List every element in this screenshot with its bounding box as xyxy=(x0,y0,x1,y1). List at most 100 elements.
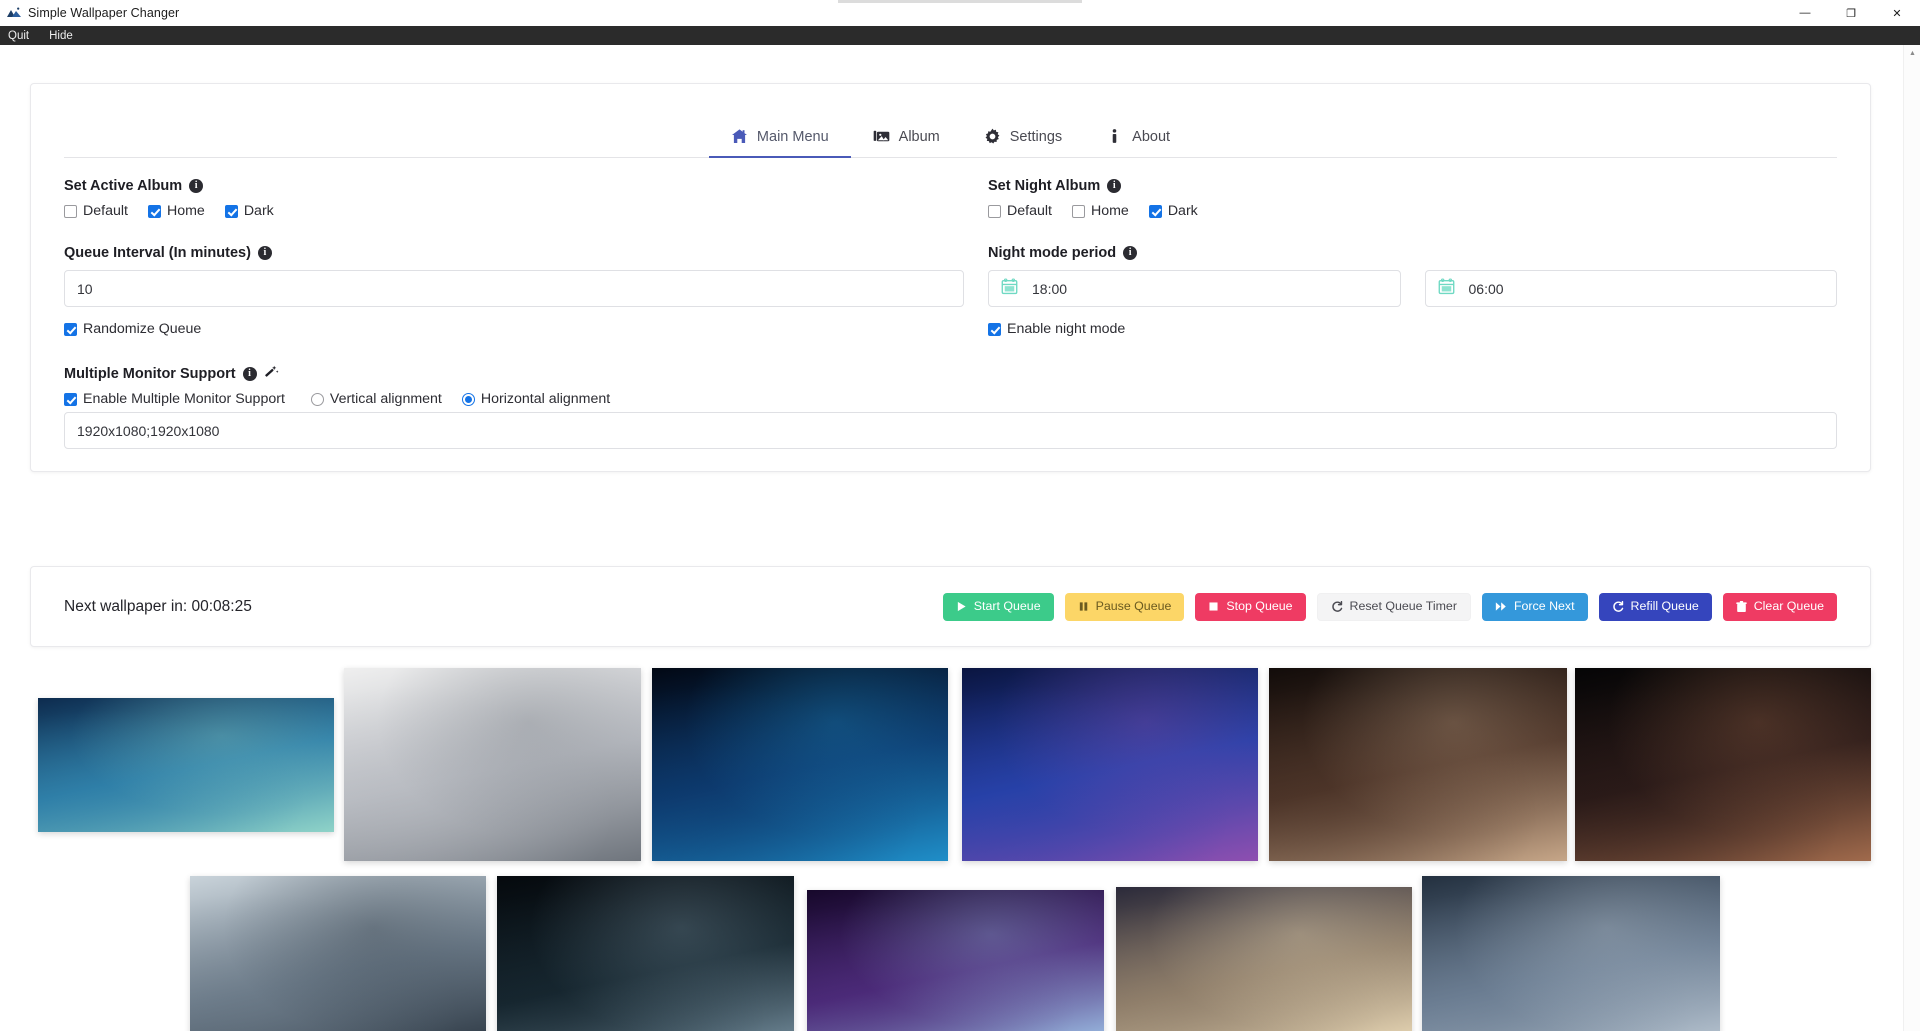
radio-vertical-alignment[interactable] xyxy=(310,392,324,406)
wallpaper-thumbnail-image xyxy=(1269,668,1567,861)
checkbox-label: Default xyxy=(1007,203,1052,219)
radio-label: Vertical alignment xyxy=(329,391,442,407)
wallpaper-thumbnail-image xyxy=(344,668,641,861)
checkbox-active-home[interactable] xyxy=(147,204,161,218)
home-icon xyxy=(731,128,748,145)
force-next-button[interactable]: Force Next xyxy=(1481,592,1588,621)
checkbox-night-home[interactable] xyxy=(1071,204,1085,218)
checkbox-active-default[interactable] xyxy=(64,204,77,218)
wallpaper-thumbnail-image xyxy=(1422,876,1720,1031)
wallpaper-thumb-7[interactable] xyxy=(190,876,486,1031)
start-queue-button[interactable]: Start Queue xyxy=(942,592,1054,621)
wallpaper-thumb-4[interactable] xyxy=(962,668,1258,861)
checkbox-label: Enable night mode xyxy=(1007,321,1126,337)
monitor-resolutions-input[interactable]: 1920x1080;1920x1080 xyxy=(64,412,1837,449)
queue-button-label: Refill Queue xyxy=(1630,599,1699,614)
queue-interval-group: Queue Interval (In minutes) i 10 Randomi… xyxy=(64,245,964,337)
checkbox-label: Enable Multiple Monitor Support xyxy=(83,391,285,407)
tab-bar: Main Menu Album Settings About xyxy=(64,84,1837,158)
multi-monitor-label: Multiple Monitor Support i xyxy=(64,365,1837,382)
clear-queue-button[interactable]: Clear Queue xyxy=(1722,592,1837,621)
info-circle-icon[interactable]: i xyxy=(1107,179,1122,193)
tab-about[interactable]: About xyxy=(1084,118,1192,158)
minimize-icon[interactable]: — xyxy=(1782,0,1828,26)
queue-button-label: Clear Queue xyxy=(1753,599,1824,614)
label-text: Set Active Album xyxy=(64,178,183,194)
maximize-restore-icon[interactable]: ❐ xyxy=(1828,0,1874,26)
info-circle-icon[interactable]: i xyxy=(189,179,204,193)
queue-button-label: Start Queue xyxy=(973,599,1041,614)
wallpaper-thumbnail-image xyxy=(190,876,486,1031)
active-album-options: Default Home Dark xyxy=(64,203,964,219)
label-text: Set Night Album xyxy=(988,178,1101,194)
wallpaper-thumbnail-image xyxy=(962,668,1258,861)
interval-row: Queue Interval (In minutes) i 10 Randomi… xyxy=(31,245,1870,337)
wallpaper-thumb-11[interactable] xyxy=(1422,876,1720,1031)
multi-monitor-group: Multiple Monitor Support i Enable Multip… xyxy=(31,365,1870,449)
pause-icon xyxy=(1078,601,1089,612)
pause-queue-button[interactable]: Pause Queue xyxy=(1064,592,1185,621)
checkbox-enable-night-mode[interactable] xyxy=(988,322,1001,336)
menu-quit[interactable]: Quit xyxy=(5,29,32,43)
magic-wand-icon[interactable] xyxy=(264,365,279,382)
info-circle-icon[interactable]: i xyxy=(242,366,257,381)
window-title: Simple Wallpaper Changer xyxy=(28,6,180,20)
label-text: Multiple Monitor Support xyxy=(64,365,236,382)
info-circle-icon[interactable]: i xyxy=(257,246,272,260)
wallpaper-thumb-6[interactable] xyxy=(1575,668,1871,861)
checkbox-night-dark[interactable] xyxy=(1148,204,1162,218)
image-icon xyxy=(873,128,890,145)
night-end-input[interactable]: 06:00 xyxy=(1424,270,1837,307)
menu-hide[interactable]: Hide xyxy=(46,29,76,43)
wallpaper-thumb-9[interactable] xyxy=(807,890,1104,1031)
checkbox-enable-multi-monitor[interactable] xyxy=(64,392,77,406)
wallpaper-thumb-8[interactable] xyxy=(497,876,794,1031)
info-circle-icon[interactable]: i xyxy=(1123,246,1138,260)
checkbox-label: Home xyxy=(166,203,205,219)
enable-night-mode-row: Enable night mode xyxy=(988,321,1837,337)
vertical-scrollbar[interactable]: ▲ xyxy=(1903,45,1920,1031)
queue-interval-input[interactable]: 10 xyxy=(64,270,964,307)
refill-queue-button[interactable]: Refill Queue xyxy=(1598,592,1712,621)
reset-queue-timer-button[interactable]: Reset Queue Timer xyxy=(1316,592,1471,621)
info-icon xyxy=(1106,128,1123,145)
radio-horizontal-alignment[interactable] xyxy=(461,392,475,406)
settings-card: Main Menu Album Settings About Set Activ… xyxy=(30,83,1871,472)
queue-button-label: Reset Queue Timer xyxy=(1349,599,1457,614)
stop-queue-button[interactable]: Stop Queue xyxy=(1195,592,1306,621)
night-period-group: Night mode period i 18:00 06:00 Enable n… xyxy=(988,245,1837,337)
window-drag-indicator xyxy=(838,0,1082,3)
stop-icon xyxy=(1208,601,1219,612)
wallpaper-thumb-5[interactable] xyxy=(1269,668,1567,861)
wallpaper-thumb-1[interactable] xyxy=(38,698,334,832)
close-icon[interactable]: ✕ xyxy=(1874,0,1920,26)
calendar-icon xyxy=(1001,277,1018,300)
tab-main-menu[interactable]: Main Menu xyxy=(708,118,851,158)
refresh-icon xyxy=(1331,600,1343,613)
night-period-inputs: 18:00 06:00 xyxy=(988,270,1837,321)
app-logo-icon xyxy=(6,5,22,21)
wallpaper-thumbnail-image xyxy=(38,698,334,832)
wallpaper-thumb-3[interactable] xyxy=(652,668,948,861)
tab-settings[interactable]: Settings xyxy=(962,118,1084,158)
tab-album[interactable]: Album xyxy=(851,118,962,158)
multi-monitor-controls: Enable Multiple Monitor Support Vertical… xyxy=(64,391,1837,407)
gear-icon xyxy=(984,128,1001,145)
queue-buttons: Start Queue Pause Queue Stop Queue Reset Qu… xyxy=(942,592,1837,621)
tab-label: About xyxy=(1132,128,1171,145)
queue-interval-label: Queue Interval (In minutes) i xyxy=(64,245,964,261)
window-controls: — ❐ ✕ xyxy=(1782,0,1920,26)
wallpaper-thumb-10[interactable] xyxy=(1116,887,1412,1031)
wallpaper-thumb-2[interactable] xyxy=(344,668,641,861)
scroll-up-arrow-icon[interactable]: ▲ xyxy=(1904,45,1920,62)
wallpaper-gallery xyxy=(0,659,1903,1031)
night-start-input[interactable]: 18:00 xyxy=(988,270,1401,307)
queue-control-bar: Next wallpaper in: 00:08:25 Start Queue P… xyxy=(30,566,1871,647)
checkbox-night-default[interactable] xyxy=(988,204,1001,218)
checkbox-randomize-queue[interactable] xyxy=(64,322,77,336)
night-period-label: Night mode period i xyxy=(988,245,1837,261)
checkbox-active-dark[interactable] xyxy=(224,204,238,218)
tab-label: Album xyxy=(898,128,940,145)
refresh-icon xyxy=(1612,600,1624,613)
checkbox-label: Randomize Queue xyxy=(83,321,202,337)
